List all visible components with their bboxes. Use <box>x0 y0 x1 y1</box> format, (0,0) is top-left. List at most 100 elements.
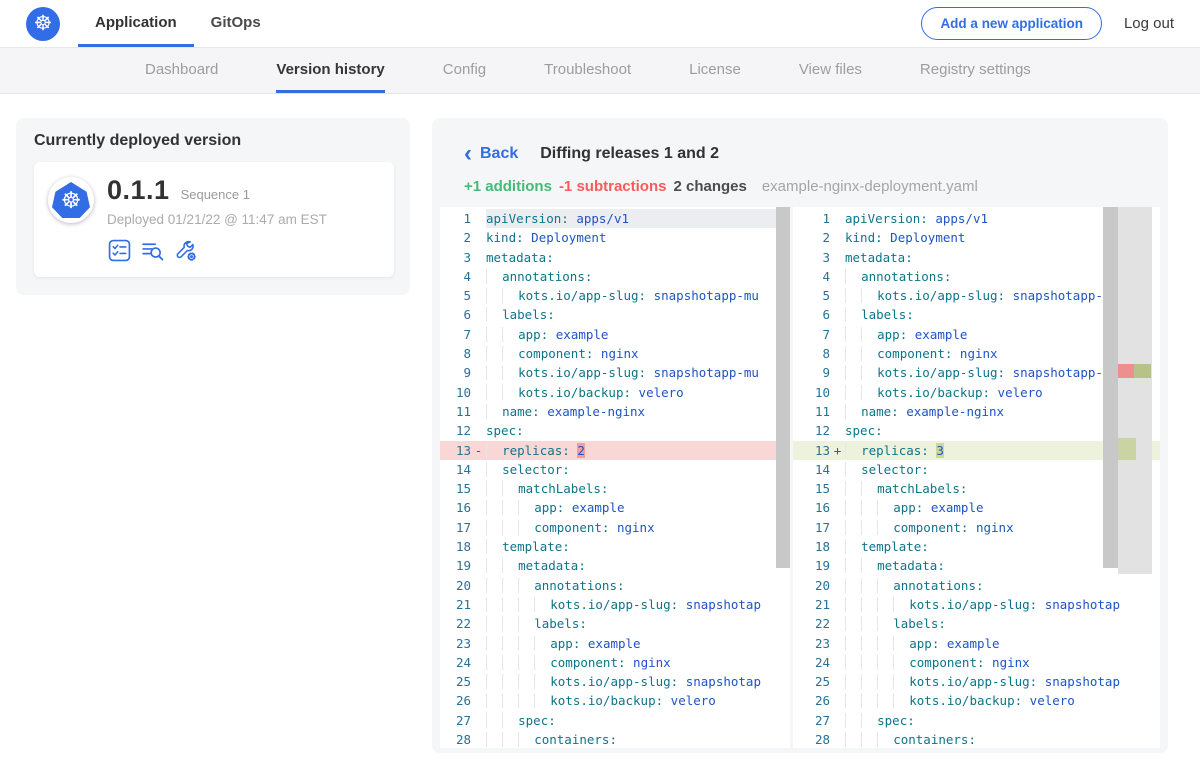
topbar: ☸ Application GitOps Add a new applicati… <box>0 0 1200 48</box>
subnav-item-dashboard[interactable]: Dashboard <box>145 48 218 93</box>
code-line: 14 selector: <box>440 460 790 479</box>
diff-sign <box>471 537 486 556</box>
code-line: 27 spec: <box>440 711 790 730</box>
deployed-card-title: Currently deployed version <box>34 132 394 150</box>
code-line: 6 labels: <box>440 305 790 324</box>
diff-sign <box>830 228 845 247</box>
tab-gitops-label: GitOps <box>211 14 261 31</box>
subnav: Dashboard Version history Config Trouble… <box>0 48 1200 94</box>
tab-application-label: Application <box>95 14 177 31</box>
diff-sign <box>471 363 486 382</box>
subnav-item-registry-settings[interactable]: Registry settings <box>920 48 1031 93</box>
diff-sign <box>830 248 845 267</box>
code-line: 16 app: example <box>440 498 790 517</box>
code-line: 20 annotations: <box>440 576 790 595</box>
tab-gitops[interactable]: GitOps <box>194 0 278 47</box>
diff-sign <box>471 383 486 402</box>
release-notes-icon[interactable] <box>107 238 131 262</box>
line-number: 1 <box>440 209 471 228</box>
line-number: 6 <box>793 305 830 324</box>
line-number: 10 <box>440 383 471 402</box>
line-number: 3 <box>440 248 471 267</box>
diff-sign <box>830 460 845 479</box>
line-number: 8 <box>440 344 471 363</box>
edit-config-icon[interactable] <box>173 238 197 262</box>
line-number: 11 <box>793 402 830 421</box>
diff-title: Diffing releases 1 and 2 <box>540 145 719 163</box>
diff-pane-after[interactable]: 1apiVersion: apps/v12kind: Deployment3me… <box>793 207 1160 748</box>
line-number: 17 <box>793 518 830 537</box>
line-number: 28 <box>440 730 471 748</box>
diff-sign <box>471 576 486 595</box>
line-number: 18 <box>793 537 830 556</box>
diff-sign <box>471 325 486 344</box>
diff-sign <box>830 344 845 363</box>
view-files-icon[interactable] <box>140 238 164 262</box>
line-number: 28 <box>793 730 830 748</box>
diff-sign <box>471 286 486 305</box>
code-line: 9 kots.io/app-slug: snapshotapp-mu <box>440 363 790 382</box>
version-number: 0.1.1 <box>107 177 170 204</box>
code-line: 5 kots.io/app-slug: snapshotapp-mu <box>440 286 790 305</box>
code-line: 19 metadata: <box>440 556 790 575</box>
scrollbar-thumb[interactable] <box>776 207 790 568</box>
scrollbar-thumb[interactable] <box>1103 207 1118 568</box>
code-lines: 1apiVersion: apps/v12kind: Deployment3me… <box>440 207 790 748</box>
code-line: 1apiVersion: apps/v1 <box>440 209 790 228</box>
code-line: 21 kots.io/app-slug: snapshotap <box>440 595 790 614</box>
diff-sign <box>830 402 845 421</box>
subnav-item-view-files[interactable]: View files <box>799 48 862 93</box>
diff-sign <box>471 730 486 748</box>
diff-sign <box>471 672 486 691</box>
diff-sign <box>471 421 486 440</box>
diff-panes: 1apiVersion: apps/v12kind: Deployment3me… <box>432 207 1168 748</box>
back-link[interactable]: ‹ Back <box>464 145 518 163</box>
line-number: 17 <box>440 518 471 537</box>
line-number: 2 <box>793 228 830 247</box>
code-line: 15 matchLabels: <box>440 479 790 498</box>
kubernetes-logo-icon[interactable]: ☸ <box>26 7 60 41</box>
subnav-item-license[interactable]: License <box>689 48 741 93</box>
line-number: 15 <box>793 479 830 498</box>
logout-link[interactable]: Log out <box>1124 15 1174 32</box>
diff-sign <box>830 730 845 748</box>
diff-sign <box>830 325 845 344</box>
diff-pane-before[interactable]: 1apiVersion: apps/v12kind: Deployment3me… <box>440 207 790 748</box>
code-line: 25 kots.io/app-slug: snapshotap <box>793 672 1160 691</box>
diff-sign <box>471 691 486 710</box>
app-logo-icon: ☸ <box>48 177 94 223</box>
sequence-label: Sequence 1 <box>181 187 250 202</box>
ruler-added-marker <box>1134 364 1151 378</box>
subnav-item-config[interactable]: Config <box>443 48 486 93</box>
diff-sign <box>471 228 486 247</box>
line-number: 16 <box>793 498 830 517</box>
diff-sign <box>830 711 845 730</box>
ruler-change-marker <box>1118 438 1136 460</box>
line-number: 8 <box>793 344 830 363</box>
line-number: 15 <box>440 479 471 498</box>
diff-sign <box>471 498 486 517</box>
add-application-button[interactable]: Add a new application <box>921 7 1102 40</box>
line-number: 23 <box>793 634 830 653</box>
diff-sign <box>471 518 486 537</box>
subnav-item-troubleshoot[interactable]: Troubleshoot <box>544 48 631 93</box>
code-line: 24 component: nginx <box>440 653 790 672</box>
diff-sign <box>471 711 486 730</box>
diff-sign <box>830 305 845 324</box>
line-number: 19 <box>793 556 830 575</box>
line-number: 5 <box>793 286 830 305</box>
diff-sign <box>830 556 845 575</box>
changes-count: 2 changes <box>673 178 746 195</box>
diff-sign <box>830 691 845 710</box>
diff-sign <box>471 248 486 267</box>
code-line: 28 containers: <box>793 730 1160 748</box>
code-line: 23 app: example <box>793 634 1160 653</box>
code-line: 11 name: example-nginx <box>440 402 790 421</box>
tab-application[interactable]: Application <box>78 0 194 47</box>
diff-sign <box>830 209 845 228</box>
code-line: 24 component: nginx <box>793 653 1160 672</box>
currently-deployed-card: Currently deployed version ☸ 0.1.1 Seque… <box>16 118 410 295</box>
code-line: 17 component: nginx <box>440 518 790 537</box>
line-number: 26 <box>440 691 471 710</box>
subnav-item-version-history[interactable]: Version history <box>276 48 384 93</box>
